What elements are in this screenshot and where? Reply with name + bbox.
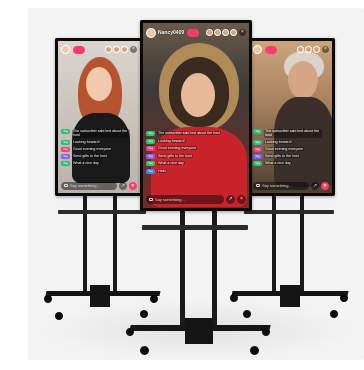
share-icon[interactable]: ↗ bbox=[119, 181, 127, 190]
chat-message: Tag Send gifts to the host bbox=[253, 153, 322, 159]
chat-message: Tag Good evening everyone bbox=[253, 146, 322, 152]
chat-message: Tag The subscriber said text about the ho… bbox=[146, 131, 235, 136]
follow-button[interactable] bbox=[73, 45, 85, 54]
chat-list: Tag The subscriber said text about the ho… bbox=[253, 129, 322, 166]
viewer-avatars[interactable] bbox=[105, 46, 128, 53]
chat-message: Tag The subscriber said text about the ho… bbox=[253, 129, 322, 138]
chat-message: Tag Looking forward! bbox=[61, 139, 130, 145]
caster-wheel bbox=[243, 310, 251, 318]
display-center: Nancy0409 × Tag The subscriber said text … bbox=[140, 20, 252, 211]
chat-input[interactable]: Say something... bbox=[253, 181, 309, 190]
stand-shelf bbox=[244, 210, 334, 214]
gift-icon[interactable]: ♥ bbox=[129, 181, 137, 190]
gift-icon[interactable]: ♥ bbox=[321, 181, 329, 190]
caster-wheel bbox=[250, 346, 259, 355]
streamer-image bbox=[72, 51, 132, 193]
follow-button[interactable] bbox=[187, 28, 200, 37]
caster-wheel bbox=[140, 310, 148, 318]
host-avatar[interactable] bbox=[253, 45, 262, 54]
live-topbar: × bbox=[61, 44, 137, 55]
caster-wheel bbox=[330, 310, 338, 318]
chat-message: Tag Send gifts to the host bbox=[61, 153, 130, 159]
caster-wheel bbox=[150, 295, 158, 303]
viewer-avatars[interactable] bbox=[297, 46, 320, 53]
screen-left: × Tag The subscriber said text about the … bbox=[58, 41, 140, 193]
host-avatar[interactable] bbox=[61, 45, 70, 54]
host-avatar[interactable] bbox=[146, 27, 156, 38]
stand-base-center bbox=[185, 318, 213, 344]
stand-base-center bbox=[90, 285, 110, 307]
chat-list: Tag The subscriber said text about the ho… bbox=[146, 131, 235, 174]
display-right: × Tag The subscriber said text about the … bbox=[247, 38, 335, 196]
chat-message: Tag Good evening everyone bbox=[146, 146, 235, 151]
caster-wheel bbox=[230, 294, 238, 302]
caster-wheel bbox=[44, 295, 52, 303]
chat-message: Tag What a nice day bbox=[253, 160, 322, 166]
chat-message: Tag The subscriber said text about the ho… bbox=[61, 129, 130, 138]
caster-wheel bbox=[140, 346, 149, 355]
live-topbar: Nancy0409 × bbox=[146, 26, 246, 39]
product-scene: × Tag The subscriber said text about the … bbox=[0, 0, 364, 370]
chat-message: Tag Looking forward! bbox=[253, 139, 322, 145]
chat-input-bar: Say something... ↗ ♥ bbox=[253, 181, 329, 190]
caster-wheel bbox=[55, 312, 63, 320]
close-icon[interactable]: × bbox=[239, 29, 246, 36]
chat-message: Tag Good evening everyone bbox=[61, 146, 130, 152]
chat-input-bar: Say something... ↗ ♥ bbox=[61, 181, 137, 190]
chat-input[interactable]: Say something... bbox=[146, 195, 224, 204]
stand-shelf bbox=[58, 210, 146, 214]
caster-wheel bbox=[340, 294, 348, 302]
display-left: × Tag The subscriber said text about the … bbox=[55, 38, 143, 196]
chat-message: Tag Looking forward! bbox=[146, 138, 235, 144]
chat-list: Tag The subscriber said text about the ho… bbox=[61, 129, 130, 166]
chat-message: Tag What a nice day bbox=[146, 161, 235, 166]
stand-base-center bbox=[280, 285, 300, 307]
live-topbar: × bbox=[253, 44, 329, 55]
caster-wheel bbox=[126, 328, 134, 336]
stand-shelf bbox=[142, 225, 248, 230]
streamer-name: Nancy0409 bbox=[158, 29, 185, 36]
screen-center: Nancy0409 × Tag The subscriber said text … bbox=[143, 23, 249, 208]
chat-message: Tag What a nice day bbox=[61, 160, 130, 166]
streamer-image bbox=[256, 47, 332, 193]
close-icon[interactable]: × bbox=[130, 46, 137, 53]
chat-message: Tag Send gifts to the host bbox=[146, 153, 235, 159]
close-icon[interactable]: × bbox=[237, 195, 246, 204]
chat-input[interactable]: Say something... bbox=[61, 181, 117, 190]
viewer-avatars[interactable] bbox=[206, 29, 237, 36]
message-icon bbox=[64, 184, 68, 187]
message-icon bbox=[256, 184, 260, 187]
chat-message: Tag Hello bbox=[146, 168, 235, 174]
close-icon[interactable]: × bbox=[322, 46, 329, 53]
message-icon bbox=[149, 198, 153, 201]
screen-right: × Tag The subscriber said text about the … bbox=[250, 41, 332, 193]
share-icon[interactable]: ↗ bbox=[226, 195, 235, 204]
streamer-image bbox=[147, 35, 249, 207]
follow-button[interactable] bbox=[265, 45, 277, 54]
caster-wheel bbox=[262, 328, 270, 336]
chat-input-bar: Say something... ↗ × bbox=[146, 194, 246, 205]
share-icon[interactable]: ↗ bbox=[311, 181, 319, 190]
